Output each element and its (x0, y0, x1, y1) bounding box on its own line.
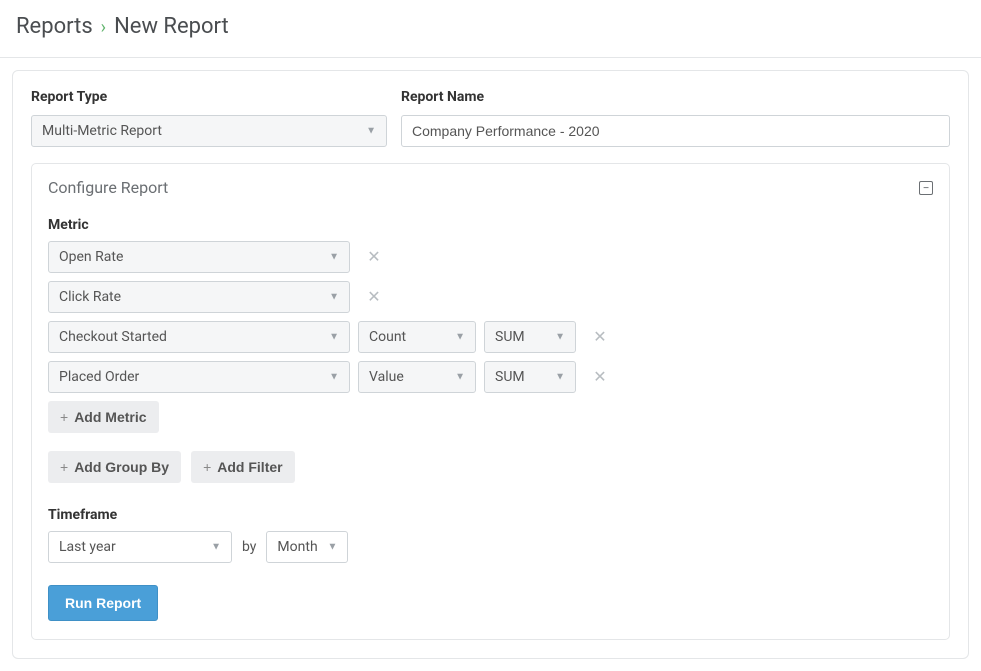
metric-row: Placed Order ▼ Value ▼ SUM ▼ ✕ (48, 361, 933, 393)
caret-down-icon: ▼ (329, 292, 339, 303)
timeframe-range-value: Last year (59, 539, 116, 555)
chevron-right-icon: › (101, 17, 106, 38)
metric-label: Metric (48, 217, 933, 233)
timeframe-unit-select[interactable]: Month ▼ (266, 531, 348, 563)
remove-metric-button[interactable]: ✕ (362, 245, 386, 269)
close-icon: ✕ (367, 247, 380, 267)
measure-value: Count (369, 329, 406, 345)
add-filter-button[interactable]: + Add Filter (191, 451, 295, 483)
caret-down-icon: ▼ (555, 332, 565, 343)
report-name-input[interactable] (401, 115, 950, 147)
close-icon: ✕ (593, 327, 606, 347)
metric-row: Click Rate ▼ ✕ (48, 281, 933, 313)
metric-value: Click Rate (59, 289, 121, 305)
collapse-toggle[interactable]: − (919, 181, 933, 195)
add-group-by-button[interactable]: + Add Group By (48, 451, 181, 483)
report-panel: Report Type Multi-Metric Report ▼ Report… (12, 70, 969, 659)
caret-down-icon: ▼ (455, 372, 465, 383)
caret-down-icon: ▼ (211, 542, 221, 553)
metric-select[interactable]: Checkout Started ▼ (48, 321, 350, 353)
add-group-by-label: Add Group By (74, 459, 169, 475)
caret-down-icon: ▼ (329, 332, 339, 343)
close-icon: ✕ (593, 367, 606, 387)
minus-icon: − (923, 182, 930, 194)
caret-down-icon: ▼ (455, 332, 465, 343)
add-metric-button[interactable]: + Add Metric (48, 401, 159, 433)
metric-row: Open Rate ▼ ✕ (48, 241, 933, 273)
report-name-label: Report Name (401, 89, 950, 105)
metric-value: Checkout Started (59, 329, 167, 345)
remove-metric-button[interactable]: ✕ (362, 285, 386, 309)
metric-select[interactable]: Placed Order ▼ (48, 361, 350, 393)
measure-select[interactable]: Value ▼ (358, 361, 476, 393)
plus-icon: + (203, 459, 211, 475)
metric-select[interactable]: Open Rate ▼ (48, 241, 350, 273)
metric-select[interactable]: Click Rate ▼ (48, 281, 350, 313)
report-type-value: Multi-Metric Report (42, 123, 162, 139)
configure-report-section: Configure Report − Metric Open Rate ▼ ✕ (31, 163, 950, 640)
remove-metric-button[interactable]: ✕ (588, 365, 612, 389)
add-filter-label: Add Filter (217, 459, 282, 475)
caret-down-icon: ▼ (329, 252, 339, 263)
by-label: by (242, 539, 256, 555)
breadcrumb-root[interactable]: Reports (16, 14, 93, 39)
metric-value: Open Rate (59, 249, 123, 265)
aggregation-select[interactable]: SUM ▼ (484, 361, 576, 393)
plus-icon: + (60, 409, 68, 425)
aggregation-value: SUM (495, 369, 525, 385)
report-type-select[interactable]: Multi-Metric Report ▼ (31, 115, 387, 147)
caret-down-icon: ▼ (329, 372, 339, 383)
remove-metric-button[interactable]: ✕ (588, 325, 612, 349)
caret-down-icon: ▼ (366, 126, 376, 137)
timeframe-label: Timeframe (48, 507, 933, 523)
timeframe-range-select[interactable]: Last year ▼ (48, 531, 232, 563)
plus-icon: + (60, 459, 68, 475)
caret-down-icon: ▼ (328, 542, 338, 553)
metric-row: Checkout Started ▼ Count ▼ SUM ▼ ✕ (48, 321, 933, 353)
measure-value: Value (369, 369, 404, 385)
close-icon: ✕ (367, 287, 380, 307)
configure-report-title: Configure Report (48, 178, 168, 197)
add-metric-label: Add Metric (74, 409, 146, 425)
aggregation-value: SUM (495, 329, 525, 345)
report-name-field[interactable] (412, 123, 939, 139)
timeframe-unit-value: Month (277, 539, 317, 555)
breadcrumb-current: New Report (114, 14, 229, 39)
measure-select[interactable]: Count ▼ (358, 321, 476, 353)
metric-value: Placed Order (59, 369, 139, 385)
run-report-label: Run Report (65, 595, 141, 611)
report-type-label: Report Type (31, 89, 387, 105)
breadcrumb: Reports › New Report (16, 14, 965, 39)
caret-down-icon: ▼ (555, 372, 565, 383)
run-report-button[interactable]: Run Report (48, 585, 158, 621)
aggregation-select[interactable]: SUM ▼ (484, 321, 576, 353)
